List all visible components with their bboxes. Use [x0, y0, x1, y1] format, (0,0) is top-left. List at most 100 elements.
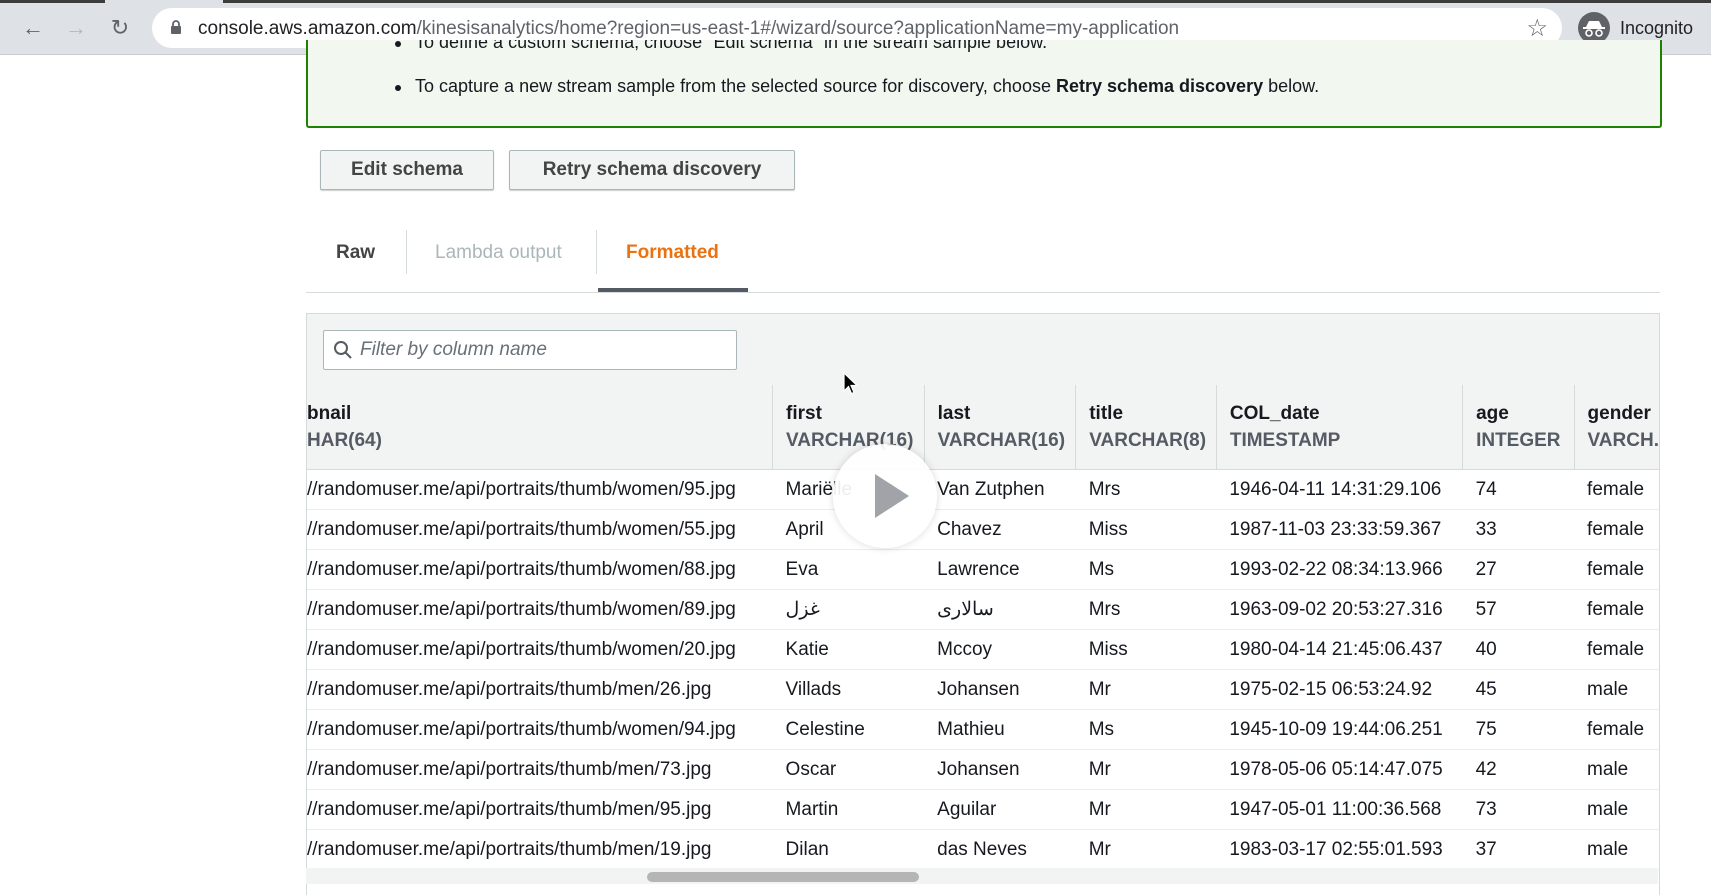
cell-age: 40: [1462, 629, 1575, 670]
cell-thumbnail: //randomuser.me/api/portraits/thumb/wome…: [307, 509, 773, 550]
cell-gender: male: [1574, 669, 1659, 710]
cell-gender: male: [1574, 829, 1659, 870]
cell-title: Miss: [1075, 509, 1217, 550]
column-name: first: [786, 402, 822, 424]
cell-age: 57: [1462, 589, 1575, 630]
cell-age: 42: [1462, 749, 1575, 790]
tab-formatted[interactable]: Formatted: [626, 242, 719, 264]
cell-gender: female: [1574, 709, 1659, 750]
cell-col-date: 1963-09-02 20:53:27.316: [1216, 589, 1463, 630]
cell-col-date: 1987-11-03 23:33:59.367: [1216, 509, 1463, 550]
tab-raw[interactable]: Raw: [336, 242, 375, 264]
table-row: //randomuser.me/api/portraits/thumb/wome…: [307, 509, 1659, 550]
column-header-thumbnail[interactable]: bnail HAR(64): [307, 385, 774, 470]
cell-first: Dilan: [772, 829, 925, 870]
mouse-cursor-icon: [843, 372, 859, 395]
cell-col-date: 1980-04-14 21:45:06.437: [1216, 629, 1463, 670]
cell-age: 73: [1462, 789, 1575, 830]
cell-last: سالاری: [924, 589, 1076, 630]
cell-title: Mr: [1075, 789, 1217, 830]
cell-age: 33: [1462, 509, 1575, 550]
column-name: gender: [1587, 402, 1651, 424]
column-type: VARCHAR(8): [1089, 429, 1207, 451]
tab-lambda-output[interactable]: Lambda output: [435, 242, 562, 264]
sample-view-tabs: Raw Lambda output Formatted: [306, 220, 1660, 293]
notice-retry-bold: Retry schema discovery: [1055, 76, 1264, 96]
column-header-last[interactable]: last VARCHAR(16): [924, 385, 1077, 470]
cell-col-date: 1947-05-01 11:00:36.568: [1216, 789, 1463, 830]
cell-thumbnail: //randomuser.me/api/portraits/thumb/men/…: [307, 829, 773, 870]
filter-by-column-input[interactable]: [358, 337, 722, 363]
cell-gender: female: [1574, 469, 1659, 510]
notice-retry-prefix: To capture a new stream sample from the …: [415, 76, 1056, 96]
scrollbar-thumb[interactable]: [647, 872, 919, 882]
cell-title: Ms: [1075, 709, 1217, 750]
search-icon: [334, 341, 352, 359]
bookmark-star-icon[interactable]: ☆: [1526, 14, 1548, 43]
url-path: /kinesisanalytics/home?region=us-east-1#…: [416, 18, 1180, 39]
cell-col-date: 1945-10-09 19:44:06.251: [1216, 709, 1463, 750]
url-text[interactable]: console.aws.amazon.com/kinesisanalytics/…: [198, 18, 1179, 40]
cell-thumbnail: //randomuser.me/api/portraits/thumb/wome…: [307, 469, 773, 510]
column-header-age[interactable]: age INTEGER: [1462, 385, 1575, 470]
cell-first: Celestine: [772, 709, 925, 750]
filter-field[interactable]: [323, 330, 737, 370]
column-type: TIMESTAMP: [1229, 429, 1341, 451]
back-arrow-icon[interactable]: ←: [18, 13, 48, 43]
schema-discovery-notice: To define a custom schema, choose "Edit …: [306, 40, 1662, 128]
column-name: last: [937, 402, 971, 424]
cell-title: Ms: [1075, 549, 1217, 590]
table-header-row: bnail HAR(64) first VARCHAR(16) last VARCHA…: [307, 385, 1659, 470]
table-filter-bar: [307, 313, 1659, 387]
notice-line-edit-schema: To define a custom schema, choose "Edit …: [394, 40, 1047, 53]
cell-thumbnail: //randomuser.me/api/portraits/thumb/wome…: [307, 709, 773, 750]
cell-first: Eva: [772, 549, 925, 590]
column-name: bnail: [307, 402, 352, 424]
column-header-title[interactable]: title VARCHAR(8): [1075, 385, 1217, 470]
cell-col-date: 1975-02-15 06:53:24.92: [1216, 669, 1463, 710]
active-tab[interactable]: [105, 0, 223, 3]
cell-age: 45: [1462, 669, 1575, 710]
cell-title: Mrs: [1075, 469, 1217, 510]
cell-last: Van Zutphen: [924, 469, 1076, 510]
column-name: COL_date: [1229, 402, 1320, 424]
cell-first: Martin: [772, 789, 925, 830]
column-type: VARCH.: [1587, 429, 1659, 451]
notice-retry-suffix: below.: [1263, 76, 1320, 96]
cell-age: 27: [1462, 549, 1575, 590]
cell-thumbnail: //randomuser.me/api/portraits/thumb/men/…: [307, 749, 773, 790]
edit-schema-button[interactable]: Edit schema: [320, 150, 494, 190]
table-row: //randomuser.me/api/portraits/thumb/wome…: [307, 629, 1659, 670]
horizontal-scrollbar[interactable]: [306, 868, 1658, 884]
table-body: //randomuser.me/api/portraits/thumb/wome…: [307, 469, 1659, 870]
url-host: console.aws.amazon.com: [198, 18, 417, 39]
column-header-gender[interactable]: gender VARCH.: [1574, 385, 1659, 470]
cell-last: Mathieu: [924, 709, 1076, 750]
cell-age: 74: [1462, 469, 1575, 510]
table-row: //randomuser.me/api/portraits/thumb/men/…: [307, 789, 1659, 830]
tab-strip: [0, 0, 1711, 3]
cell-col-date: 1978-05-06 05:14:47.075: [1216, 749, 1463, 790]
video-play-button[interactable]: [833, 444, 937, 548]
forward-arrow-icon[interactable]: →: [61, 13, 91, 43]
cell-thumbnail: //randomuser.me/api/portraits/thumb/men/…: [307, 669, 773, 710]
table-row: //randomuser.me/api/portraits/thumb/men/…: [307, 669, 1659, 710]
cell-title: Mr: [1075, 669, 1217, 710]
cell-gender: female: [1574, 509, 1659, 550]
table-row: //randomuser.me/api/portraits/thumb/men/…: [307, 829, 1659, 870]
cell-col-date: 1993-02-22 08:34:13.966: [1216, 549, 1463, 590]
cell-first: Oscar: [772, 749, 925, 790]
column-name: title: [1089, 402, 1124, 424]
cell-title: Mrs: [1075, 589, 1217, 630]
column-type: INTEGER: [1476, 429, 1561, 451]
column-type: VARCHAR(16): [937, 429, 1066, 451]
formatted-sample-table: bnail HAR(64) first VARCHAR(16) last VARCHA…: [306, 313, 1660, 895]
reload-icon[interactable]: ↻: [105, 13, 135, 43]
column-name: age: [1476, 402, 1509, 424]
retry-schema-discovery-button[interactable]: Retry schema discovery: [509, 150, 795, 190]
cell-col-date: 1946-04-11 14:31:29.106: [1216, 469, 1463, 510]
cell-last: Johansen: [924, 749, 1076, 790]
table-row: //randomuser.me/api/portraits/thumb/wome…: [307, 549, 1659, 590]
cell-col-date: 1983-03-17 02:55:01.593: [1216, 829, 1463, 870]
column-header-col-date[interactable]: COL_date TIMESTAMP: [1216, 385, 1464, 470]
